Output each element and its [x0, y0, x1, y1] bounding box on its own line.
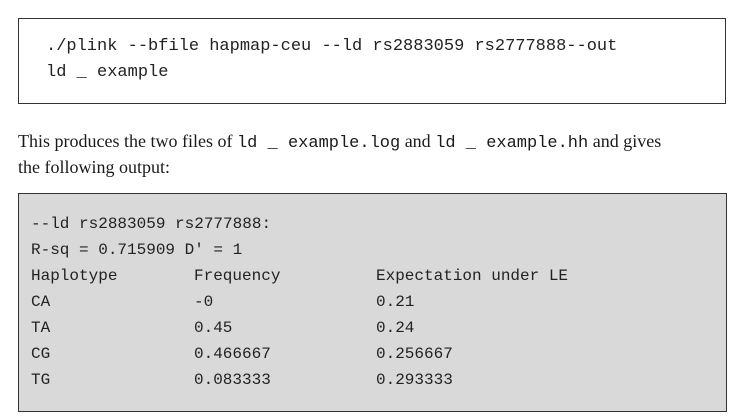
paragraph-text: and gives: [588, 131, 662, 151]
command-line-2: ld _ example: [46, 63, 169, 82]
row-expectation: 0.293333: [376, 371, 453, 389]
paragraph-line-1: This produces the two files of ld _ exam…: [18, 131, 661, 153]
row-expectation: 0.21: [376, 293, 415, 311]
row-expectation: 0.24: [376, 319, 415, 337]
row-haplotype: CG: [31, 345, 51, 363]
row-haplotype: CA: [31, 293, 51, 311]
output-header-2: R-sq = 0.715909 D' = 1: [31, 241, 243, 259]
inline-code-hh: ld _ example.hh: [435, 134, 589, 153]
row-frequency: 0.466667: [194, 345, 271, 363]
inline-code-log: ld _ example.log: [236, 134, 401, 153]
row-haplotype: TA: [31, 319, 51, 337]
output-box: --ld rs2883059 rs2777888: R-sq = 0.71590…: [18, 193, 727, 412]
column-header-expectation: Expectation under LE: [376, 267, 569, 285]
output-header-1: --ld rs2883059 rs2777888:: [31, 215, 272, 233]
row-haplotype: TG: [31, 371, 51, 389]
command-box: ./plink --bfile hapmap-ceu --ld rs288305…: [18, 18, 726, 104]
column-header-haplotype: Haplotype: [31, 267, 118, 285]
column-header-frequency: Frequency: [194, 267, 281, 285]
row-frequency: 0.45: [194, 319, 233, 337]
paragraph-text: and: [400, 131, 436, 151]
row-expectation: 0.256667: [376, 345, 453, 363]
command-line-1: ./plink --bfile hapmap-ceu --ld rs288305…: [46, 37, 618, 56]
paragraph-text: This produces the two files of: [18, 131, 237, 151]
row-frequency: -0: [194, 293, 214, 311]
paragraph-line-2: the following output:: [18, 157, 170, 177]
row-frequency: 0.083333: [194, 371, 271, 389]
